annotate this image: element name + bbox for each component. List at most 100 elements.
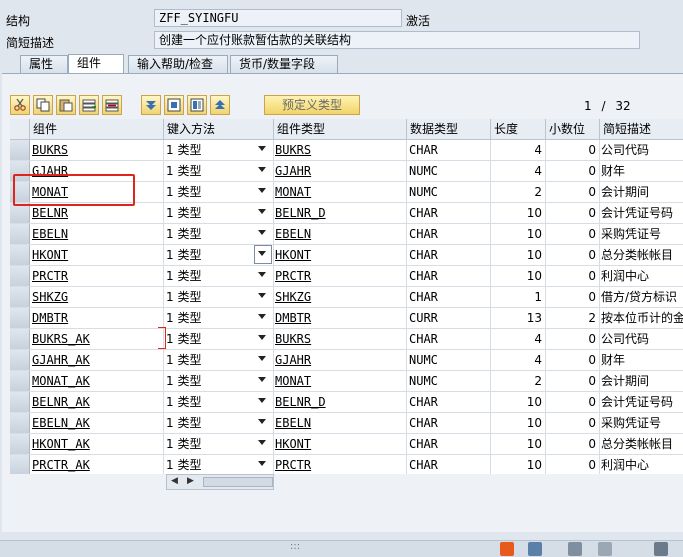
table-row[interactable]: BUKRS_AK 1 类型 BUKRS CHAR 4 0 公司代码: [10, 329, 683, 350]
resize-grip-icon[interactable]: :::: [290, 541, 300, 552]
col-header-short-desc[interactable]: 简短描述: [600, 119, 683, 139]
row-selector[interactable]: [10, 308, 30, 328]
component-type-cell[interactable]: HKONT: [274, 434, 407, 454]
scroll-right-icon[interactable]: ▶: [187, 476, 194, 486]
copy-block-icon[interactable]: [187, 95, 207, 115]
table-row[interactable]: SHKZG 1 类型 SHKZG CHAR 1 0 借方/贷方标识: [10, 287, 683, 308]
component-cell[interactable]: HKONT: [30, 245, 164, 265]
component-cell[interactable]: EBELN: [30, 224, 164, 244]
row-selector[interactable]: [10, 392, 30, 412]
component-cell[interactable]: EBELN_AK: [30, 413, 164, 433]
table-row[interactable]: BUKRS 1 类型 BUKRS CHAR 4 0 公司代码: [10, 140, 683, 161]
component-type-cell[interactable]: DMBTR: [274, 308, 407, 328]
table-row[interactable]: HKONT_AK 1 类型 HKONT CHAR 10 0 总分类帐帐目: [10, 434, 683, 455]
row-selector[interactable]: [10, 413, 30, 433]
table-row[interactable]: GJAHR_AK 1 类型 GJAHR NUMC 4 0 财年: [10, 350, 683, 371]
table-row[interactable]: BELNR 1 类型 BELNR_D CHAR 10 0 会计凭证号码: [10, 203, 683, 224]
cut-icon[interactable]: [10, 95, 30, 115]
chevron-down-icon[interactable]: [258, 398, 266, 403]
component-cell[interactable]: DMBTR: [30, 308, 164, 328]
chevron-down-icon[interactable]: [258, 335, 266, 340]
row-selector[interactable]: [10, 203, 30, 223]
component-type-cell[interactable]: BELNR_D: [274, 392, 407, 412]
chevron-down-icon[interactable]: [258, 230, 266, 235]
chevron-down-icon[interactable]: [258, 377, 266, 382]
move-up-icon[interactable]: [210, 95, 230, 115]
chevron-down-icon[interactable]: [258, 188, 266, 193]
move-down-icon[interactable]: [141, 95, 161, 115]
component-type-cell[interactable]: BUKRS: [274, 140, 407, 160]
table-row[interactable]: PRCTR 1 类型 PRCTR CHAR 10 0 利润中心: [10, 266, 683, 287]
component-type-cell[interactable]: MONAT: [274, 371, 407, 391]
app-icon[interactable]: [500, 542, 514, 556]
select-all-cell[interactable]: [10, 119, 30, 139]
col-header-component[interactable]: 组件: [30, 119, 164, 139]
component-cell[interactable]: SHKZG: [30, 287, 164, 307]
col-header-decimals[interactable]: 小数位: [546, 119, 600, 139]
short-desc-field[interactable]: 创建一个应付账款暂估款的关联结构: [154, 31, 640, 49]
chevron-down-icon[interactable]: [258, 440, 266, 445]
tab-components[interactable]: 组件: [68, 54, 124, 74]
chevron-down-icon[interactable]: [258, 314, 266, 319]
tray-icon[interactable]: [598, 542, 612, 556]
component-cell[interactable]: MONAT_AK: [30, 371, 164, 391]
tray-icon[interactable]: [654, 542, 668, 556]
chevron-down-icon[interactable]: [258, 419, 266, 424]
delete-row-icon[interactable]: [102, 95, 122, 115]
col-header-component-type[interactable]: 组件类型: [274, 119, 407, 139]
row-selector[interactable]: [10, 455, 30, 474]
chevron-down-icon[interactable]: [258, 272, 266, 277]
component-type-cell[interactable]: EBELN: [274, 413, 407, 433]
col-header-length[interactable]: 长度: [491, 119, 546, 139]
table-row[interactable]: BELNR_AK 1 类型 BELNR_D CHAR 10 0 会计凭证号码: [10, 392, 683, 413]
component-type-cell[interactable]: BELNR_D: [274, 203, 407, 223]
component-type-cell[interactable]: PRCTR: [274, 266, 407, 286]
table-row[interactable]: MONAT_AK 1 类型 MONAT NUMC 2 0 会计期间: [10, 371, 683, 392]
paste-icon[interactable]: [56, 95, 76, 115]
component-type-cell[interactable]: GJAHR: [274, 350, 407, 370]
component-cell[interactable]: BELNR: [30, 203, 164, 223]
chevron-down-icon[interactable]: [258, 461, 266, 466]
component-type-cell[interactable]: MONAT: [274, 182, 407, 202]
table-row[interactable]: EBELN 1 类型 EBELN CHAR 10 0 采购凭证号: [10, 224, 683, 245]
col-header-entry-method[interactable]: 键入方法: [164, 119, 274, 139]
chevron-down-icon[interactable]: [258, 293, 266, 298]
component-type-cell[interactable]: HKONT: [274, 245, 407, 265]
chevron-down-icon[interactable]: [258, 167, 266, 172]
row-selector[interactable]: [10, 434, 30, 454]
copy-icon[interactable]: [33, 95, 53, 115]
horizontal-scrollbar[interactable]: ◀ ▶: [166, 474, 274, 490]
scroll-thumb[interactable]: [203, 477, 273, 487]
row-selector[interactable]: [10, 245, 30, 265]
predefined-type-button[interactable]: 预定义类型: [264, 95, 360, 115]
row-selector[interactable]: [10, 140, 30, 160]
col-header-data-type[interactable]: 数据类型: [407, 119, 491, 139]
row-selector[interactable]: [10, 350, 30, 370]
table-row[interactable]: HKONT 1 类型 HKONT CHAR 10 0 总分类帐帐目: [10, 245, 683, 266]
component-type-cell[interactable]: GJAHR: [274, 161, 407, 181]
component-cell[interactable]: PRCTR_AK: [30, 455, 164, 474]
component-type-cell[interactable]: SHKZG: [274, 287, 407, 307]
structure-name-field[interactable]: ZFF_SYINGFU: [154, 9, 402, 27]
table-row[interactable]: PRCTR_AK 1 类型 PRCTR CHAR 10 0 利润中心: [10, 455, 683, 474]
component-cell[interactable]: HKONT_AK: [30, 434, 164, 454]
table-row[interactable]: EBELN_AK 1 类型 EBELN CHAR 10 0 采购凭证号: [10, 413, 683, 434]
component-cell[interactable]: PRCTR: [30, 266, 164, 286]
component-cell[interactable]: GJAHR_AK: [30, 350, 164, 370]
chevron-down-icon[interactable]: [258, 209, 266, 214]
tab-currency-quantity[interactable]: 货币/数量字段: [230, 55, 338, 73]
component-type-cell[interactable]: BUKRS: [274, 329, 407, 349]
component-cell[interactable]: BELNR_AK: [30, 392, 164, 412]
table-row[interactable]: DMBTR1 类型DMBTRCURR132按本位币计的金额: [10, 308, 683, 329]
row-selector[interactable]: [10, 224, 30, 244]
chevron-down-icon[interactable]: [258, 146, 266, 151]
chevron-down-icon[interactable]: [258, 356, 266, 361]
row-selector[interactable]: [10, 371, 30, 391]
component-cell[interactable]: BUKRS_AK: [30, 329, 164, 349]
component-cell[interactable]: BUKRS: [30, 140, 164, 160]
scroll-left-icon[interactable]: ◀: [171, 476, 178, 486]
select-block-icon[interactable]: [164, 95, 184, 115]
insert-row-icon[interactable]: [79, 95, 99, 115]
tab-attributes[interactable]: 属性: [20, 55, 68, 73]
row-selector[interactable]: [10, 287, 30, 307]
